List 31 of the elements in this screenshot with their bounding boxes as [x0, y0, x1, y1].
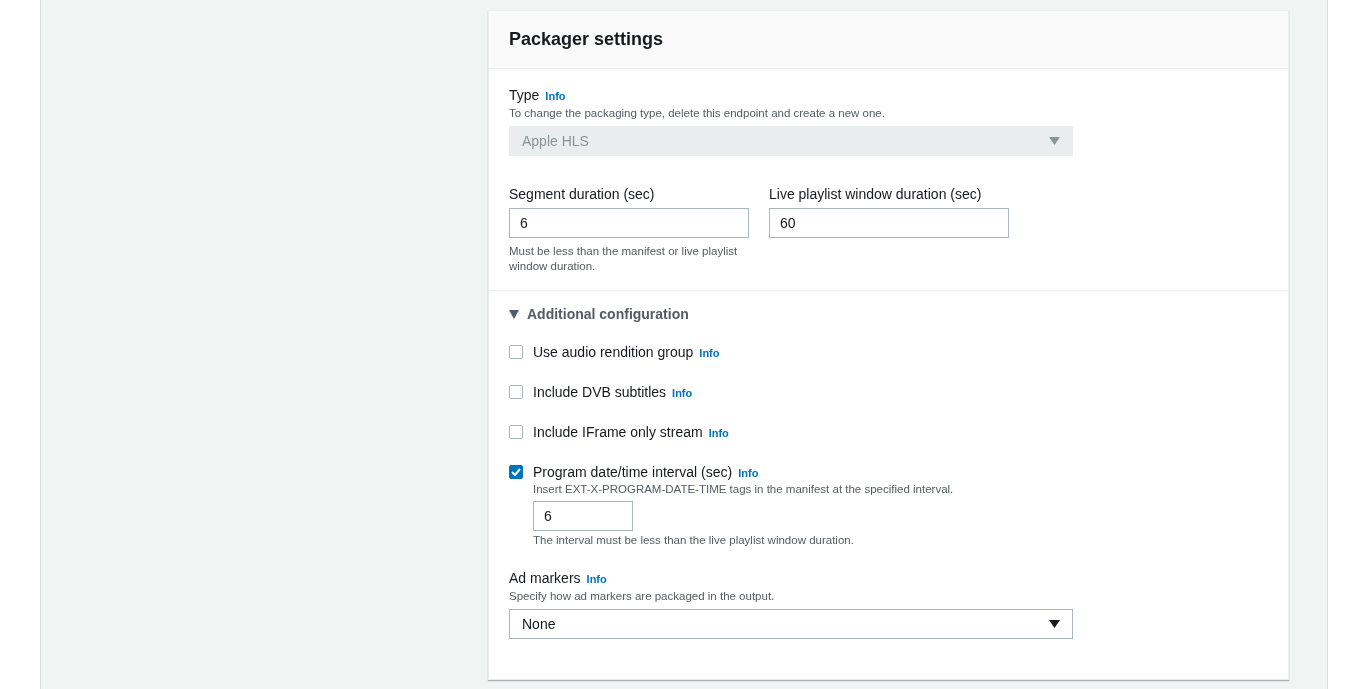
- field-description: To change the packaging type, delete this endpoint and create a new one.: [509, 106, 886, 121]
- field-label: Use audio rendition group: [533, 344, 694, 360]
- field-label: Live playlist window duration (sec): [769, 186, 982, 202]
- caret-icon: [1049, 137, 1060, 145]
- caret-down-icon[interactable]: [509, 309, 519, 319]
- checkbox[interactable]: [509, 345, 523, 359]
- checkbox[interactable]: [509, 465, 523, 479]
- info-link[interactable]: Info: [672, 387, 693, 399]
- checkbox[interactable]: [509, 425, 523, 439]
- input-field[interactable]: 6: [509, 208, 749, 238]
- input-field[interactable]: 6: [533, 501, 633, 531]
- checkbox[interactable]: [509, 385, 523, 399]
- input-field[interactable]: 60: [769, 208, 1009, 238]
- info-link[interactable]: Info: [708, 427, 729, 439]
- field-label: Program date/time interval (sec): [533, 464, 733, 480]
- info-link[interactable]: Info: [738, 467, 759, 479]
- field-hint: The interval must be less than the live playlist window duration.: [533, 533, 855, 548]
- dropdown[interactable]: None: [509, 609, 1073, 639]
- option-description: Insert EXT-X-PROGRAM-DATE-TIME tags in the manifest at the specified interval.: [533, 482, 955, 497]
- field-hint: Must be less than the manifest or live playlist window duration.: [509, 244, 739, 274]
- info-link[interactable]: Info: [699, 347, 720, 359]
- info-link[interactable]: Info: [586, 573, 607, 585]
- caret-icon: [1049, 620, 1060, 628]
- field-label: Include IFrame only stream: [533, 424, 703, 440]
- field-description: Specify how ad markers are packaged in the output.: [509, 589, 776, 604]
- field-label: Ad markers: [509, 570, 581, 586]
- field-label: Include DVB subtitles: [533, 384, 667, 400]
- panel-title: Packager settings: [509, 29, 664, 50]
- section-toggle[interactable]: Additional configuration: [527, 306, 689, 322]
- field-label: Segment duration (sec): [509, 186, 655, 202]
- field-label: Type: [509, 87, 540, 103]
